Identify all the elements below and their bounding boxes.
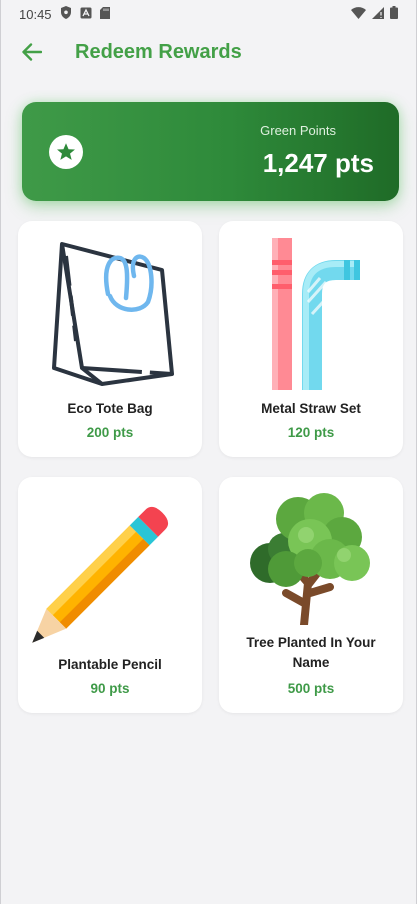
sd-card-icon <box>99 6 110 22</box>
font-app-icon <box>80 7 92 22</box>
status-bar: 10:45 <box>1 0 416 28</box>
reward-points: 90 pts <box>90 681 130 696</box>
status-time: 10:45 <box>19 6 52 22</box>
star-icon <box>49 135 83 169</box>
pencil-icon <box>18 477 202 647</box>
status-right <box>351 6 398 22</box>
reward-name: Tree Planted In Your Name <box>246 635 376 670</box>
points-card: Green Points 1,247 pts <box>22 102 399 201</box>
reward-name: Metal Straw Set <box>261 401 361 416</box>
reward-name: Eco Tote Bag <box>67 401 153 416</box>
reward-card-metal-straw[interactable]: Metal Straw Set 120 pts <box>219 221 403 457</box>
reward-card-plantable-pencil[interactable]: Plantable Pencil 90 pts <box>18 477 202 713</box>
app-screen: 10:45 Redeem Rewards Green Points 1,247 … <box>0 0 417 904</box>
arrow-left-icon <box>22 42 43 66</box>
reward-points: 500 pts <box>287 681 335 696</box>
rewards-grid: Eco Tote Bag 200 pts Metal Straw Set 120… <box>18 221 403 713</box>
tote-bag-icon <box>18 221 202 391</box>
points-label: Green Points <box>260 123 336 138</box>
reward-card-tree-planted[interactable]: Tree Planted In Your Name 500 pts <box>219 477 403 713</box>
straw-icon <box>219 221 403 391</box>
page-title: Redeem Rewards <box>75 41 242 63</box>
status-left: 10:45 <box>19 6 110 22</box>
shield-icon <box>60 6 72 22</box>
reward-points: 120 pts <box>287 425 335 440</box>
reward-card-tote-bag[interactable]: Eco Tote Bag 200 pts <box>18 221 202 457</box>
signal-icon <box>372 6 384 22</box>
tree-icon <box>219 477 403 627</box>
reward-points: 200 pts <box>86 425 134 440</box>
wifi-icon <box>351 6 366 22</box>
back-button[interactable] <box>19 42 45 66</box>
app-bar: Redeem Rewards <box>1 28 416 80</box>
battery-icon <box>390 6 398 22</box>
reward-name: Plantable Pencil <box>58 657 162 672</box>
points-value: 1,247 pts <box>262 148 374 178</box>
